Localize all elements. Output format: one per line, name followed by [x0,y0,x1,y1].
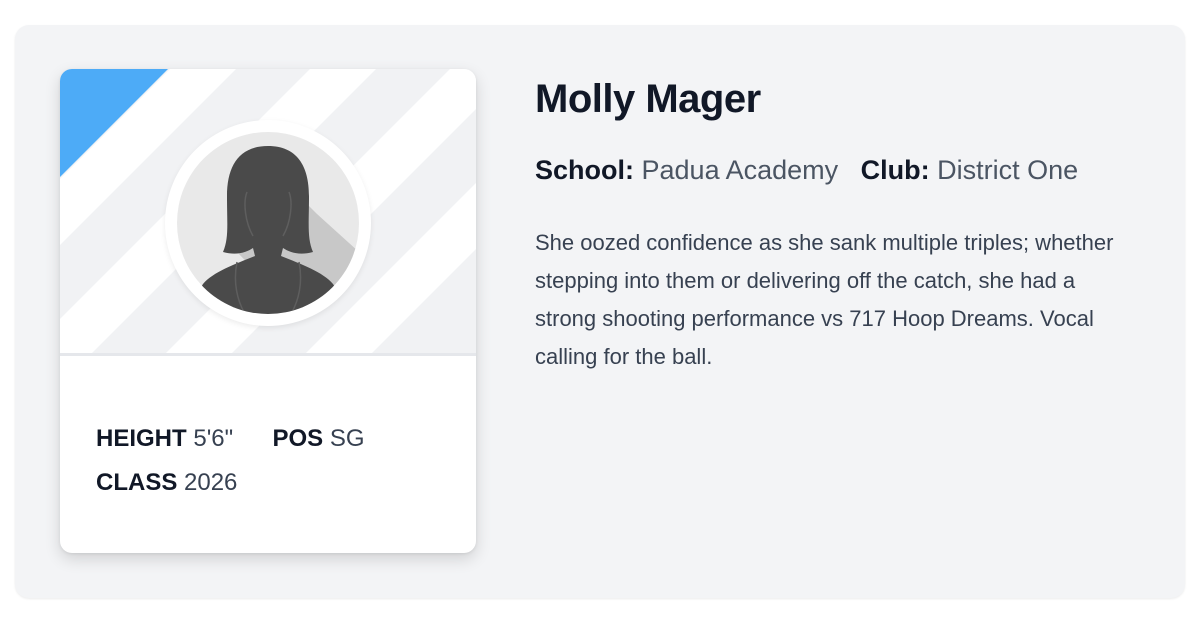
pos-value: SG [329,425,365,452]
school-value: Padua Academy [641,155,839,185]
card-header [60,69,476,353]
avatar [165,120,371,326]
school-label: School: [535,155,634,185]
club-label: Club: [860,155,930,185]
class-value: 2026 [184,469,238,496]
club-value: District One [937,155,1079,185]
height-value: 5'6" [193,425,234,452]
player-card: HEIGHT 5'6" POS SG CLASS 2026 [60,69,476,553]
affiliation: School: Padua Academy Club: District One [535,155,1078,186]
pos-label: POS [272,425,324,452]
class-label: CLASS [96,469,178,496]
stats-block: HEIGHT 5'6" POS SG CLASS 2026 [96,417,365,505]
stats-row-1: HEIGHT 5'6" POS SG [96,417,365,461]
height-label: HEIGHT [96,425,187,452]
player-panel: HEIGHT 5'6" POS SG CLASS 2026 Molly Mage… [15,25,1185,598]
female-silhouette-icon [195,146,359,314]
stats-row-2: CLASS 2026 [96,461,365,505]
player-bio: She oozed confidence as she sank multipl… [535,230,1114,369]
avatar-image [177,132,359,314]
player-name: Molly Mager [535,77,761,121]
card-divider [60,353,476,356]
